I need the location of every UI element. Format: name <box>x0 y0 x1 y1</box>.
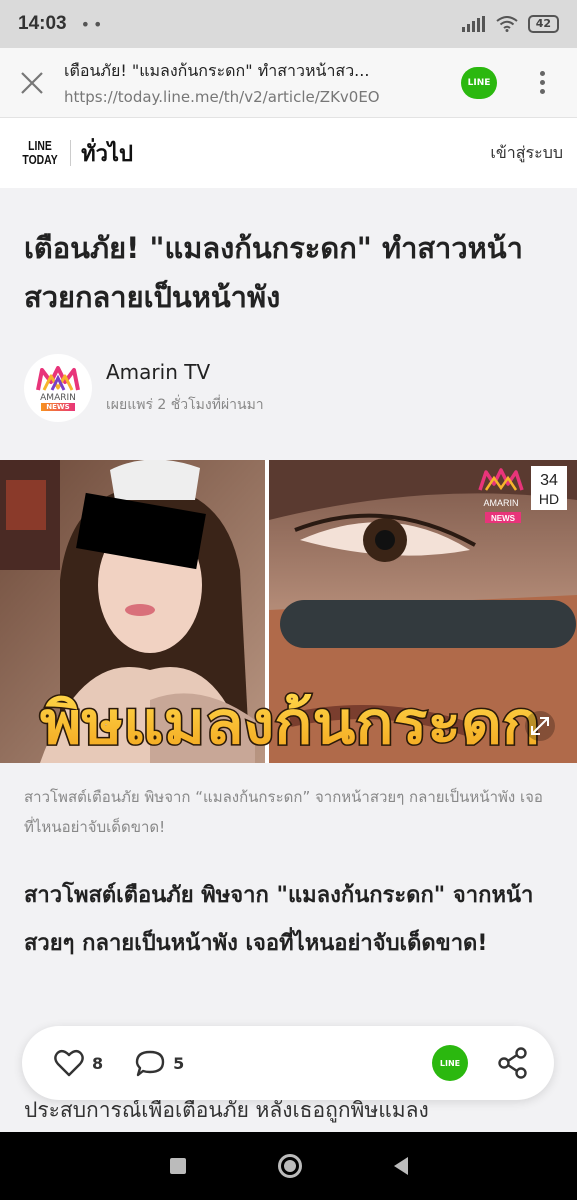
share-actions: LINE <box>432 1045 528 1081</box>
publisher-info: Amarin TV เผยแพร่ 2 ชั่วโมงที่ผ่านมา <box>106 360 264 416</box>
close-icon <box>21 71 43 94</box>
comment-count: 5 <box>173 1053 185 1073</box>
amarin-crown-icon <box>36 365 80 391</box>
logo-line2: TODAY <box>22 152 58 167</box>
signal-icon <box>461 16 485 32</box>
hero-image-art: AMARIN NEWS 34 HD พิษแมลงก้นกระดก <box>0 460 577 763</box>
hero-image[interactable]: AMARIN NEWS 34 HD พิษแมลงก้นกระดก <box>0 460 577 763</box>
publisher-logo-text: AMARIN <box>40 392 76 403</box>
image-caption: สาวโพสต์เตือนภัย พิษจาก “แมลงก้นกระดก” จ… <box>24 788 543 836</box>
publish-time: เผยแพร่ 2 ชั่วโมงที่ผ่านมา <box>106 397 264 413</box>
more-dot <box>539 71 545 76</box>
share-icon[interactable] <box>498 1047 528 1079</box>
expand-icon[interactable] <box>525 711 555 741</box>
article: เตือนภัย! "แมลงก้นกระดก" ทำสาวหน้าสวยกลา… <box>0 188 577 1132</box>
publisher-name: Amarin TV <box>106 360 211 384</box>
publisher-logo-badge: NEWS <box>41 402 75 411</box>
channel-number: 34 <box>540 472 558 489</box>
watermark-text: AMARIN <box>483 498 518 508</box>
line-share-button[interactable]: LINE <box>432 1045 468 1081</box>
logo-line1: LINE <box>28 138 52 153</box>
more-options-button[interactable] <box>527 71 557 94</box>
article-headline: เตือนภัย! "แมลงก้นกระดก" ทำสาวหน้าสวยกลา… <box>24 231 523 314</box>
more-dot <box>539 89 545 94</box>
login-link[interactable]: เข้าสู่ระบบ <box>490 141 563 166</box>
channel-hd: HD <box>539 491 559 507</box>
action-bar: 8 5 LINE <box>22 1026 554 1100</box>
recents-button[interactable] <box>169 1158 186 1174</box>
home-dot <box>283 1160 296 1172</box>
comment-icon <box>135 1050 165 1077</box>
wifi-icon <box>496 16 518 32</box>
page-url: https://today.line.me/th/v2/article/ZKv0… <box>64 88 380 106</box>
line-today-logo[interactable]: LINE TODAY <box>22 139 57 167</box>
more-dot <box>539 80 545 85</box>
home-button[interactable] <box>277 1154 302 1178</box>
site-header: LINE TODAY ทั่วไป เข้าสู่ระบบ <box>0 118 577 188</box>
watermark-badge: NEWS <box>491 514 516 523</box>
publisher-avatar: AMARIN NEWS <box>24 354 92 422</box>
url-block[interactable]: เตือนภัย! "แมลงก้นกระดก" ทำสาวหน้าสว... … <box>64 59 461 106</box>
status-time: 14:03 <box>18 13 67 34</box>
status-icons: 42 <box>461 15 559 33</box>
like-button[interactable]: 8 <box>54 1049 103 1077</box>
section-name[interactable]: ทั่วไป <box>81 136 133 171</box>
publisher[interactable]: AMARIN NEWS Amarin TV เผยแพร่ 2 ชั่วโมงท… <box>24 354 264 422</box>
logo-divider <box>70 140 72 166</box>
image-overlay-text: พิษแมลงก้นกระดก <box>40 689 540 757</box>
article-lead: สาวโพสต์เตือนภัย พิษจาก "แมลงก้นกระดก" จ… <box>24 883 534 956</box>
close-button[interactable] <box>0 48 64 118</box>
system-nav-bar <box>0 1132 577 1200</box>
status-bar: 14:03 •• 42 <box>0 0 577 48</box>
browser-bar: เตือนภัย! "แมลงก้นกระดก" ทำสาวหน้าสว... … <box>0 48 577 118</box>
line-app-button[interactable]: LINE <box>461 66 497 99</box>
back-button[interactable] <box>393 1157 408 1175</box>
heart-icon <box>54 1049 84 1077</box>
notification-dots-icon: •• <box>80 14 106 34</box>
comment-button[interactable]: 5 <box>135 1049 184 1077</box>
like-count: 8 <box>92 1053 104 1073</box>
battery-indicator: 42 <box>527 15 559 33</box>
page-title: เตือนภัย! "แมลงก้นกระดก" ทำสาวหน้าสว... <box>64 61 370 80</box>
